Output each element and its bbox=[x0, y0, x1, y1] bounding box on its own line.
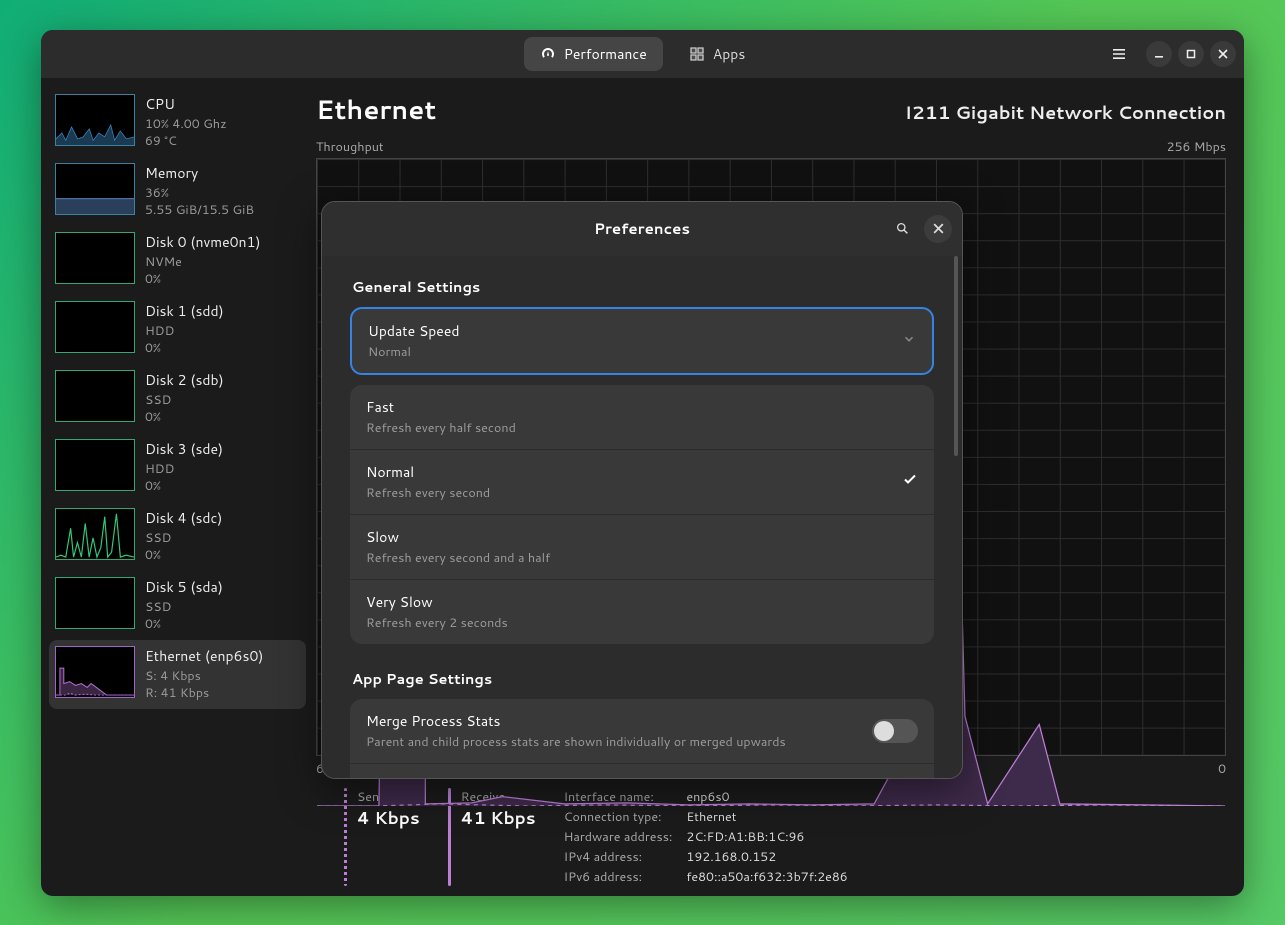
tab-label: Performance bbox=[564, 44, 647, 64]
disk-thumb bbox=[55, 232, 135, 284]
check-icon bbox=[902, 470, 918, 493]
sidebar[interactable]: CPU 10% 4.00 Ghz 69 °C Memory 36% 5.55 G… bbox=[41, 78, 314, 896]
sidebar-item-label: Disk 5 (sda) bbox=[145, 577, 223, 597]
sidebar-item-disk4[interactable]: Disk 4 (sdc) SSD 0% bbox=[49, 502, 306, 571]
throughput-max: 256 Mbps bbox=[1167, 138, 1226, 156]
remember-sorting-row[interactable]: Remember Sorting Remember the sorting of… bbox=[350, 763, 934, 778]
sidebar-item-label: Disk 2 (sdb) bbox=[145, 370, 224, 390]
tab-performance[interactable]: Performance bbox=[524, 37, 663, 71]
option-very-slow[interactable]: Very Slow Refresh every 2 seconds bbox=[350, 579, 934, 644]
sidebar-item-label: CPU bbox=[145, 94, 227, 114]
sidebar-item-label: Disk 3 (sde) bbox=[145, 439, 223, 459]
ethernet-thumb bbox=[55, 646, 135, 698]
apps-icon bbox=[689, 46, 705, 62]
preferences-close-button[interactable] bbox=[924, 215, 952, 243]
sidebar-item-memory[interactable]: Memory 36% 5.55 GiB/15.5 GiB bbox=[49, 157, 306, 226]
tab-label: Apps bbox=[713, 44, 746, 64]
speedometer-icon bbox=[540, 46, 556, 62]
disk-thumb bbox=[55, 577, 135, 629]
page-title: Ethernet bbox=[316, 92, 436, 128]
close-icon bbox=[932, 222, 945, 235]
update-speed-options: Fast Refresh every half second Normal Re… bbox=[350, 385, 934, 644]
sidebar-item-disk5[interactable]: Disk 5 (sda) SSD 0% bbox=[49, 571, 306, 640]
preferences-search-button[interactable] bbox=[888, 215, 916, 243]
disk-thumb bbox=[55, 439, 135, 491]
sidebar-item-label: Disk 1 (sdd) bbox=[145, 301, 224, 321]
sidebar-item-label: Disk 4 (sdc) bbox=[145, 508, 222, 528]
disk-thumb bbox=[55, 301, 135, 353]
tab-apps[interactable]: Apps bbox=[673, 37, 762, 71]
option-slow[interactable]: Slow Refresh every second and a half bbox=[350, 514, 934, 579]
throughput-label: Throughput bbox=[316, 138, 384, 156]
chevron-down-icon bbox=[902, 329, 916, 352]
sidebar-item-disk0[interactable]: Disk 0 (nvme0n1) NVMe 0% bbox=[49, 226, 306, 295]
sidebar-item-cpu[interactable]: CPU 10% 4.00 Ghz 69 °C bbox=[49, 88, 306, 157]
view-switcher: Performance Apps bbox=[524, 37, 762, 71]
device-name: I211 Gigabit Network Connection bbox=[905, 99, 1226, 125]
sidebar-item-disk2[interactable]: Disk 2 (sdb) SSD 0% bbox=[49, 364, 306, 433]
sidebar-item-label: Disk 0 (nvme0n1) bbox=[145, 232, 261, 252]
section-general-title: General Settings bbox=[352, 276, 932, 297]
section-app-title: App Page Settings bbox=[352, 668, 932, 689]
option-normal[interactable]: Normal Refresh every second bbox=[350, 449, 934, 514]
update-speed-dropdown[interactable]: Update Speed Normal bbox=[350, 307, 934, 375]
scrollbar[interactable] bbox=[954, 256, 958, 756]
sidebar-item-disk1[interactable]: Disk 1 (sdd) HDD 0% bbox=[49, 295, 306, 364]
preferences-title: Preferences bbox=[594, 218, 690, 239]
app-window: Performance Apps bbox=[41, 30, 1244, 896]
preferences-dialog: Preferences General Settings Update Spee… bbox=[321, 201, 963, 779]
option-fast[interactable]: Fast Refresh every half second bbox=[350, 385, 934, 449]
merge-process-stats-toggle[interactable] bbox=[872, 719, 918, 743]
app-page-settings: Merge Process Stats Parent and child pro… bbox=[350, 699, 934, 778]
cpu-thumb bbox=[55, 94, 135, 146]
close-button[interactable] bbox=[1210, 41, 1236, 67]
sidebar-item-disk3[interactable]: Disk 3 (sde) HDD 0% bbox=[49, 433, 306, 502]
memory-thumb bbox=[55, 163, 135, 215]
sidebar-item-label: Memory bbox=[145, 163, 254, 183]
titlebar: Performance Apps bbox=[41, 30, 1244, 78]
disk-thumb bbox=[55, 508, 135, 560]
preferences-header: Preferences bbox=[322, 202, 962, 256]
maximize-button[interactable] bbox=[1178, 41, 1204, 67]
sidebar-item-label: Ethernet (enp6s0) bbox=[145, 646, 263, 666]
merge-process-stats-row[interactable]: Merge Process Stats Parent and child pro… bbox=[350, 699, 934, 763]
disk-thumb bbox=[55, 370, 135, 422]
hamburger-menu-button[interactable] bbox=[1106, 41, 1132, 67]
search-icon bbox=[896, 222, 909, 235]
minimize-button[interactable] bbox=[1146, 41, 1172, 67]
sidebar-item-ethernet[interactable]: Ethernet (enp6s0) S: 4 Kbps R: 41 Kbps bbox=[49, 640, 306, 709]
